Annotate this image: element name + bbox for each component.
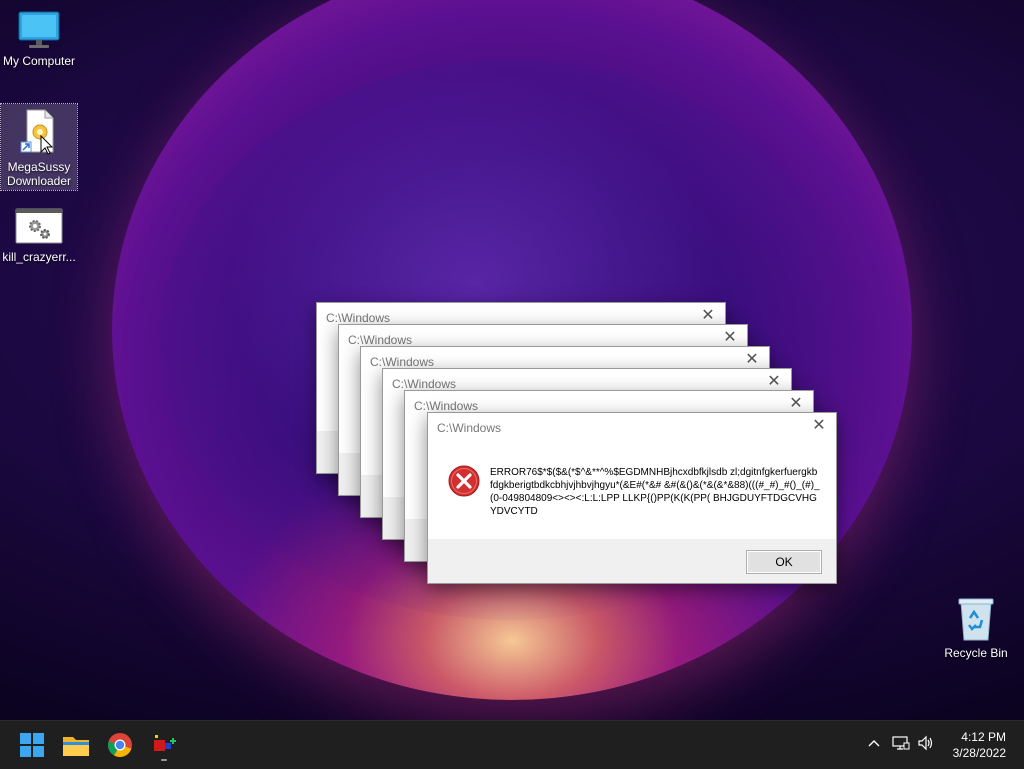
taskbar-file-explorer[interactable] xyxy=(60,729,92,761)
desktop-icon-label: Recycle Bin xyxy=(944,646,1008,660)
network-status[interactable] xyxy=(892,735,910,754)
show-hidden-icons[interactable] xyxy=(866,735,882,754)
running-indicator xyxy=(161,759,167,761)
megasussy-app-icon xyxy=(154,735,176,751)
chrome-icon xyxy=(108,733,132,757)
chevron-up-icon xyxy=(868,740,880,747)
dialog-titlebar[interactable]: C:\Windows ✕ xyxy=(428,413,836,441)
desktop-icon-label: kill_crazyerr... xyxy=(2,250,76,264)
desktop-icon-my-computer[interactable]: My Computer xyxy=(1,10,77,68)
desktop-icon-megasussy-downloader[interactable]: MegaSussy Downloader xyxy=(0,103,78,191)
volume-control[interactable] xyxy=(917,735,935,754)
ok-button[interactable]: OK xyxy=(746,550,822,574)
taskbar-chrome[interactable] xyxy=(104,729,136,761)
batch-file-icon xyxy=(15,208,63,244)
dialog-title: C:\Windows xyxy=(414,399,479,413)
close-icon[interactable]: ✕ xyxy=(810,417,828,435)
desktop-icon-recycle-bin[interactable]: Recycle Bin xyxy=(938,596,1014,660)
dialog-title: C:\Windows xyxy=(392,377,457,391)
close-icon[interactable]: ✕ xyxy=(721,329,739,347)
desktop-icon-label: My Computer xyxy=(2,54,76,68)
start-button[interactable] xyxy=(16,729,48,761)
taskbar-megasussy[interactable] xyxy=(148,729,180,761)
dialog-title: C:\Windows xyxy=(370,355,435,369)
close-icon[interactable]: ✕ xyxy=(699,307,717,325)
error-icon xyxy=(448,465,480,497)
error-message: ERROR76$*$($&(*$^&**^%$EGDMNHBjhcxdbfkjl… xyxy=(490,467,820,517)
windows-start-icon xyxy=(20,733,44,757)
clock-date: 3/28/2022 xyxy=(952,746,1006,760)
file-explorer-icon xyxy=(63,737,89,756)
close-icon[interactable]: ✕ xyxy=(787,395,805,413)
desktop-icon-label: MegaSussy Downloader xyxy=(6,160,72,188)
close-icon[interactable]: ✕ xyxy=(743,351,761,369)
system-clock[interactable]: 4:12 PM 3/28/2022 xyxy=(936,729,1006,761)
dialog-title: C:\Windows xyxy=(437,421,502,435)
error-dialog-front[interactable]: C:\Windows ✕ ERROR76$*$($&(*$^&**^%$EGDM… xyxy=(427,412,837,584)
clock-time: 4:12 PM xyxy=(961,730,1006,744)
dialog-title: C:\Windows xyxy=(326,311,391,325)
recycle-bin-icon xyxy=(958,598,994,641)
dialog-title: C:\Windows xyxy=(348,333,413,347)
monitor-icon xyxy=(18,11,60,48)
close-icon[interactable]: ✕ xyxy=(765,373,783,391)
desktop-icon-kill-crazyerr[interactable]: kill_crazyerr... xyxy=(1,208,77,264)
network-icon xyxy=(892,736,910,750)
taskbar: 4:12 PM 3/28/2022 xyxy=(0,720,1024,769)
setup-file-icon xyxy=(20,109,54,155)
volume-icon xyxy=(918,735,933,751)
